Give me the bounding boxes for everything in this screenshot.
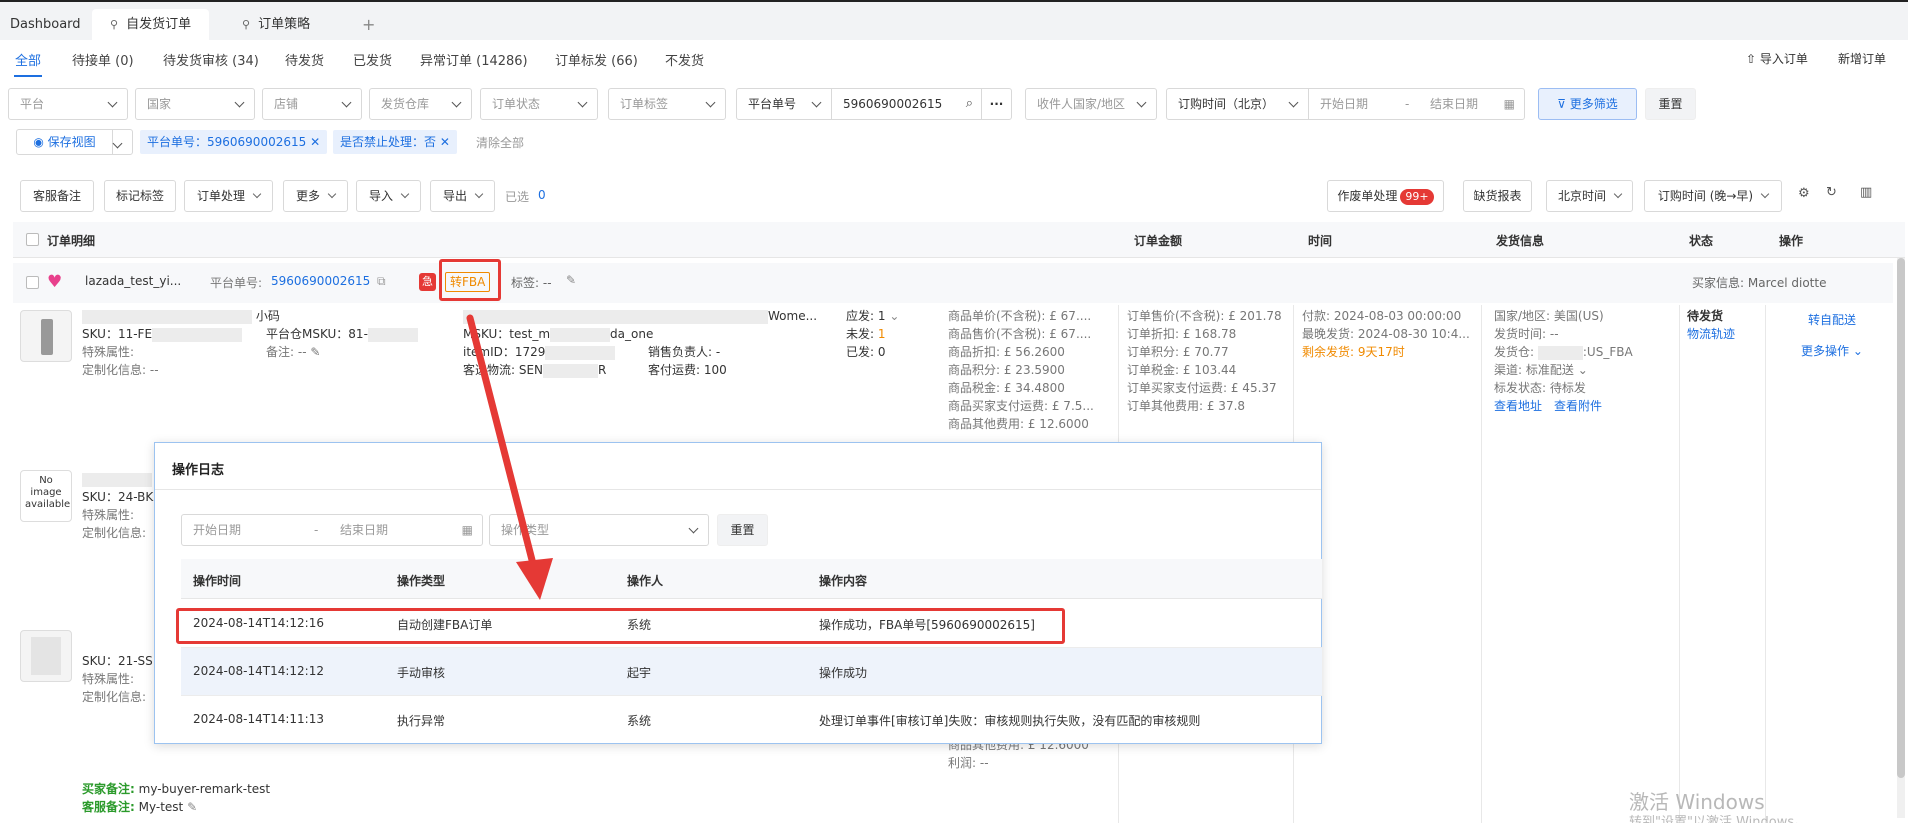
scrollbar-thumb[interactable] [1897,258,1905,778]
arrow-head [516,558,553,600]
scrollbar-track[interactable] [1897,258,1905,818]
arrow-shaft [466,314,536,564]
arrow-annotation [466,314,553,600]
activation-watermark-sub: 转到"设置"以激活 Windows。 [1629,815,1808,823]
